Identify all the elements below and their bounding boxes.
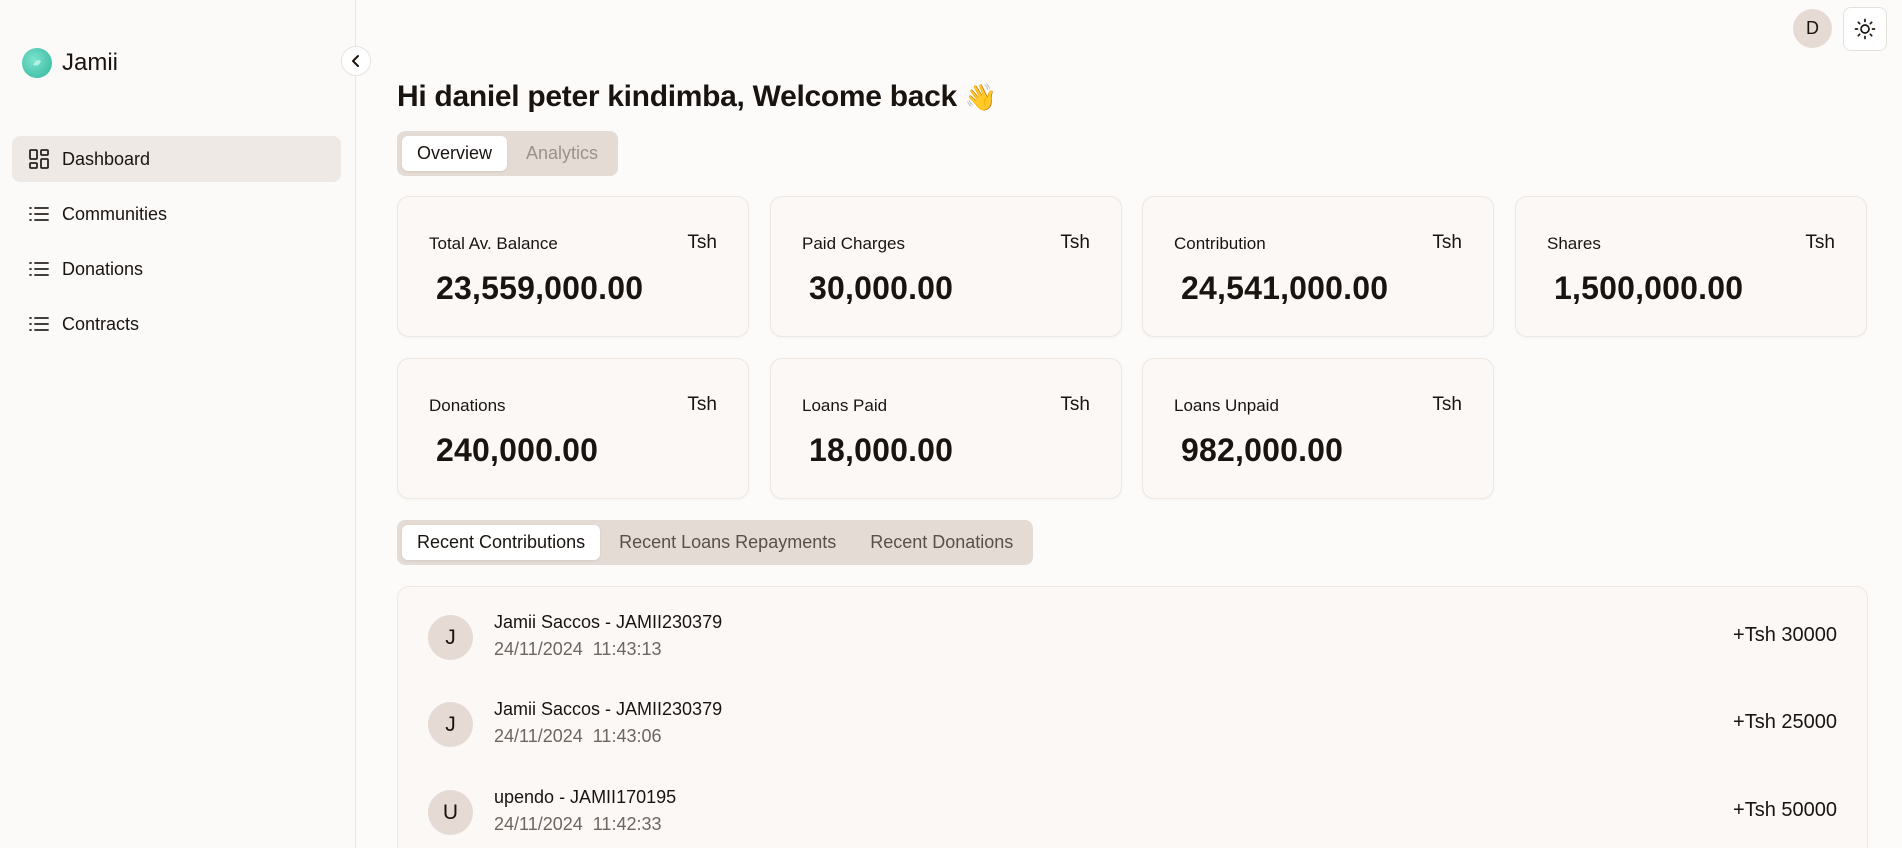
card-currency: Tsh (1805, 232, 1835, 253)
list-item-title: upendo - JAMII170195 (494, 787, 677, 807)
card-value: 23,559,000.00 (436, 270, 644, 306)
card-currency: Tsh (1432, 232, 1462, 253)
stat-card-loans-paid: Loans Paid Tsh 18,000.00 (770, 358, 1122, 499)
card-label: Shares (1547, 234, 1601, 253)
list-item[interactable]: J Jamii Saccos - JAMII230379 24/11/2024 … (428, 608, 1837, 668)
sidebar-item-dashboard[interactable]: Dashboard (12, 136, 341, 182)
view-tabs: Overview Analytics (397, 131, 619, 176)
list-icon (29, 262, 49, 276)
sidebar-item-label: Donations (62, 258, 144, 279)
list-item-title: Jamii Saccos - JAMII230379 (494, 612, 723, 632)
avatar: J (428, 702, 473, 747)
greeting-text: Hi daniel peter kindimba, Welcome back (397, 80, 957, 113)
list-icon (29, 317, 49, 331)
user-avatar[interactable]: D (1793, 9, 1832, 48)
sidebar-item-contracts[interactable]: Contracts (12, 301, 341, 347)
card-value: 240,000.00 (436, 432, 599, 468)
stat-card-paid-charges: Paid Charges Tsh 30,000.00 (770, 196, 1122, 337)
dashboard-icon (29, 149, 49, 169)
tab-analytics[interactable]: Analytics (511, 136, 613, 171)
stat-card-contribution: Contribution Tsh 24,541,000.00 (1142, 196, 1494, 337)
card-value: 18,000.00 (809, 432, 954, 468)
card-label: Loans Unpaid (1174, 396, 1279, 415)
card-label: Donations (429, 396, 506, 415)
recent-tabs: Recent Contributions Recent Loans Repaym… (397, 520, 1034, 565)
list-item-date: 24/11/2024 11:42:33 (494, 814, 662, 834)
sun-icon (1854, 18, 1876, 40)
waving-hand-icon: 👋 (964, 81, 997, 112)
list-item-amount: +Tsh 50000 (1733, 799, 1837, 821)
card-value: 24,541,000.00 (1181, 270, 1389, 306)
sidebar-item-label: Communities (62, 203, 168, 224)
card-currency: Tsh (687, 232, 717, 253)
tab-recent-contributions[interactable]: Recent Contributions (402, 525, 601, 560)
card-currency: Tsh (1432, 394, 1462, 415)
card-currency: Tsh (687, 394, 717, 415)
brand[interactable]: Jamii (22, 48, 118, 78)
card-label: Contribution (1174, 234, 1266, 253)
card-value: 30,000.00 (809, 270, 954, 306)
chevron-left-icon (352, 55, 359, 67)
card-value: 982,000.00 (1181, 432, 1344, 468)
list-item-date: 24/11/2024 11:43:13 (494, 639, 662, 659)
avatar: J (428, 615, 473, 660)
card-label: Loans Paid (802, 396, 888, 415)
tab-overview[interactable]: Overview (402, 136, 508, 171)
card-value: 1,500,000.00 (1554, 270, 1744, 306)
stat-card-total-balance: Total Av. Balance Tsh 23,559,000.00 (397, 196, 749, 337)
recent-contributions-list: J Jamii Saccos - JAMII230379 24/11/2024 … (397, 586, 1868, 848)
sidebar-item-label: Contracts (62, 313, 140, 334)
collapse-sidebar-button[interactable] (341, 46, 371, 76)
sidebar-item-communities[interactable]: Communities (12, 191, 341, 237)
stat-card-shares: Shares Tsh 1,500,000.00 (1515, 196, 1867, 337)
theme-toggle-button[interactable] (1843, 7, 1887, 51)
sidebar-item-donations[interactable]: Donations (12, 246, 341, 292)
stat-card-loans-unpaid: Loans Unpaid Tsh 982,000.00 (1142, 358, 1494, 499)
tab-recent-loans-repayments[interactable]: Recent Loans Repayments (604, 525, 851, 560)
list-item[interactable]: U upendo - JAMII170195 24/11/2024 11:42:… (428, 783, 1837, 843)
sidebar-nav: Dashboard Communities Donations Contract… (12, 136, 341, 356)
sidebar: Jamii Dashboard Communities Donations Co… (0, 0, 356, 848)
list-item[interactable]: J Jamii Saccos - JAMII230379 24/11/2024 … (428, 695, 1837, 755)
jamii-logo-icon (22, 48, 52, 78)
list-item-date: 24/11/2024 11:43:06 (494, 726, 662, 746)
list-item-title: Jamii Saccos - JAMII230379 (494, 699, 723, 719)
page-title: Hi daniel peter kindimba, Welcome back 👋 (397, 80, 997, 114)
tab-recent-donations[interactable]: Recent Donations (855, 525, 1028, 560)
sidebar-item-label: Dashboard (62, 148, 151, 169)
card-label: Paid Charges (802, 234, 906, 253)
list-item-amount: +Tsh 30000 (1733, 624, 1837, 646)
list-icon (29, 207, 49, 221)
stat-card-donations: Donations Tsh 240,000.00 (397, 358, 749, 499)
list-item-amount: +Tsh 25000 (1733, 711, 1837, 733)
card-currency: Tsh (1060, 394, 1090, 415)
card-currency: Tsh (1060, 232, 1090, 253)
avatar: U (428, 790, 473, 835)
card-label: Total Av. Balance (429, 234, 558, 253)
brand-name: Jamii (62, 49, 119, 76)
